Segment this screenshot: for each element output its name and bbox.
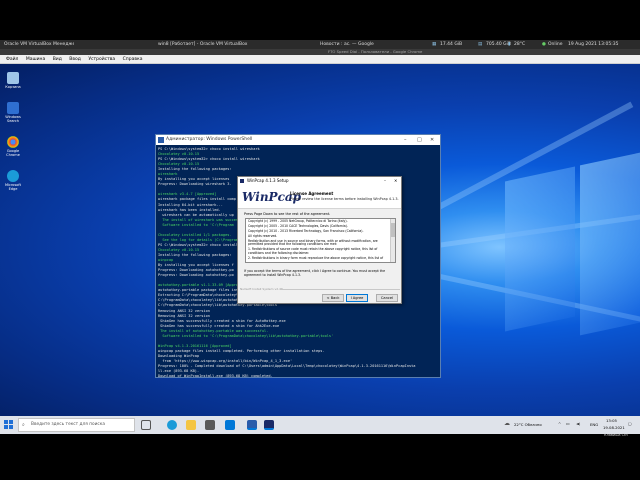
search-icon: ⌕ [22,422,25,428]
task-view-icon[interactable] [141,420,151,430]
winpcap-title: WinPcap 4.1.3 Setup [247,178,289,183]
setup-icon [240,179,244,183]
menu-file[interactable]: Файл [6,57,18,62]
desktop-icon-edge[interactable]: Microsoft Edge [3,170,23,191]
taskbar-search-input[interactable]: ⌕ Введите здесь текст для поиска [18,418,135,432]
cloud-weather-icon: ☁ [504,420,510,427]
console-line: Download of WinPcapInstall.exe (893.68 K… [158,374,273,377]
winpcap-header: WinPcap License Agreement Please review … [238,185,401,209]
console-line: Progress: 100% - Completed download of C… [158,364,416,369]
tray-date[interactable]: 19.08.2021 [603,425,625,430]
language-indicator[interactable]: ENG [590,422,598,427]
setup-taskbar-icon[interactable] [264,420,274,430]
license-paragraph: 2. Redistributions in binary form must r… [248,255,384,260]
tray-time[interactable]: 13:05 [606,418,617,423]
minimize-icon[interactable]: – [384,177,386,185]
footer-divider [280,289,400,290]
license-paragraph: All rights reserved. [248,233,278,238]
scroll-thumb[interactable] [391,223,395,237]
recycle-bin-icon [7,72,19,84]
vbox-status-area: Клавиша Ctrl [0,433,640,480]
ram-icon: ▦ [432,42,437,47]
search-app-icon [7,102,19,114]
host-top-bar: Oracle VM VirtualBox Менеджер win8 [Рабо… [0,40,640,49]
license-scrollbar[interactable] [390,219,395,262]
weather-text[interactable]: 22°C Облачно [514,422,542,427]
network-tray-icon[interactable]: ▭ [566,421,570,426]
explorer-taskbar-icon[interactable] [186,420,196,430]
desktop-icon-recycle-bin[interactable]: Корзина [3,72,23,89]
license-paragraph: Copyright (c) 2010 - 2013 Riverbed Techn… [248,228,364,233]
winpcap-titlebar[interactable]: WinPcap 4.1.3 Setup – ✕ [238,177,401,185]
accept-instruction: If you accept the terms of the agreement… [244,269,386,277]
license-paragraph: Redistribution and use in source and bin… [248,238,378,247]
host-key-label: Клавиша Ctrl [604,433,628,437]
license-paragraph: 1. Redistributions of source code must r… [248,247,378,255]
menu-input[interactable]: Ввод [69,57,81,62]
minimize-icon[interactable]: – [404,135,407,145]
license-text-box[interactable]: Copyright (c) 1999 - 2005 NetGroup, Poli… [245,218,396,263]
desktop-icon-chrome[interactable]: Google Chrome [3,136,23,157]
host-window-2[interactable]: Новости : ас. — Google [320,40,380,49]
network-status: Online [548,42,563,47]
taskbar: ⌕ Введите здесь текст для поиска ☁ 22°C … [0,416,640,434]
search-placeholder: Введите здесь текст для поиска [31,422,106,427]
license-instruction: Press Page Down to see the rest of the a… [244,212,331,216]
store-taskbar-icon[interactable] [205,420,215,430]
start-button[interactable] [4,420,14,430]
header-subtitle: Please review the license terms before i… [290,197,399,201]
chrome-icon [7,136,19,148]
powershell-title: Администратор: Windows PowerShell [166,137,253,142]
powershell-icon [158,137,164,143]
i-agree-button[interactable]: I Agree [346,294,368,302]
windows-logo-pane [580,152,640,336]
powershell-taskbar-icon[interactable] [247,420,257,430]
menu-machine[interactable]: Машина [26,57,45,62]
notification-icon[interactable]: ▢ [628,421,632,426]
powershell-titlebar[interactable]: Администратор: Windows PowerShell – □ ✕ [156,135,440,145]
windows-logo-pane [505,166,575,332]
system-tray: ☁ 22°C Облачно ^ ▭ ◄) ENG 13:05 19.08.20… [500,416,640,434]
license-text: Copyright (c) 1999 - 2005 NetGroup, Poli… [248,219,389,260]
mail-taskbar-icon[interactable] [225,420,235,430]
host-window-title[interactable]: win8 [Работает] - Oracle VM VirtualBox [158,40,268,49]
back-button[interactable]: < Back [322,294,344,302]
cancel-button[interactable]: Cancel [376,294,398,302]
disk-icon: ▤ [478,42,483,47]
header-title: License Agreement [290,191,334,196]
close-icon[interactable]: ✕ [394,177,397,185]
desktop-icon-search[interactable]: Windows Search [3,102,23,123]
edge-icon [7,170,19,182]
host-window-3[interactable]: FTO Speed Dial - Пользователи - Google C… [328,49,422,54]
chevron-up-icon[interactable]: ^ [558,421,561,426]
winpcap-setup-dialog[interactable]: WinPcap 4.1.3 Setup – ✕ WinPcap License … [237,176,402,304]
menu-devices[interactable]: Устройства [88,57,115,62]
menu-help[interactable]: Справка [123,57,143,62]
installer-branding: Nullsoft Install System v2.46 [240,287,283,291]
winpcap-logo: WinPcap [242,190,302,204]
host-app-label[interactable]: Oracle VM VirtualBox Менеджер [4,40,74,49]
menu-view[interactable]: Вид [53,57,62,62]
cpu-temp: 28°C [514,42,526,47]
vbox-menubar: Файл Машина Вид Ввод Устройства Справка [0,55,640,64]
volume-icon[interactable]: ◄) [576,421,580,426]
close-icon[interactable]: ✕ [430,135,434,145]
ram-usage: 17.44 GiB [440,42,463,47]
maximize-icon[interactable]: □ [417,135,422,145]
host-clock: 19 Aug 2021 13:05:35 [568,42,619,47]
edge-taskbar-icon[interactable] [167,420,177,430]
